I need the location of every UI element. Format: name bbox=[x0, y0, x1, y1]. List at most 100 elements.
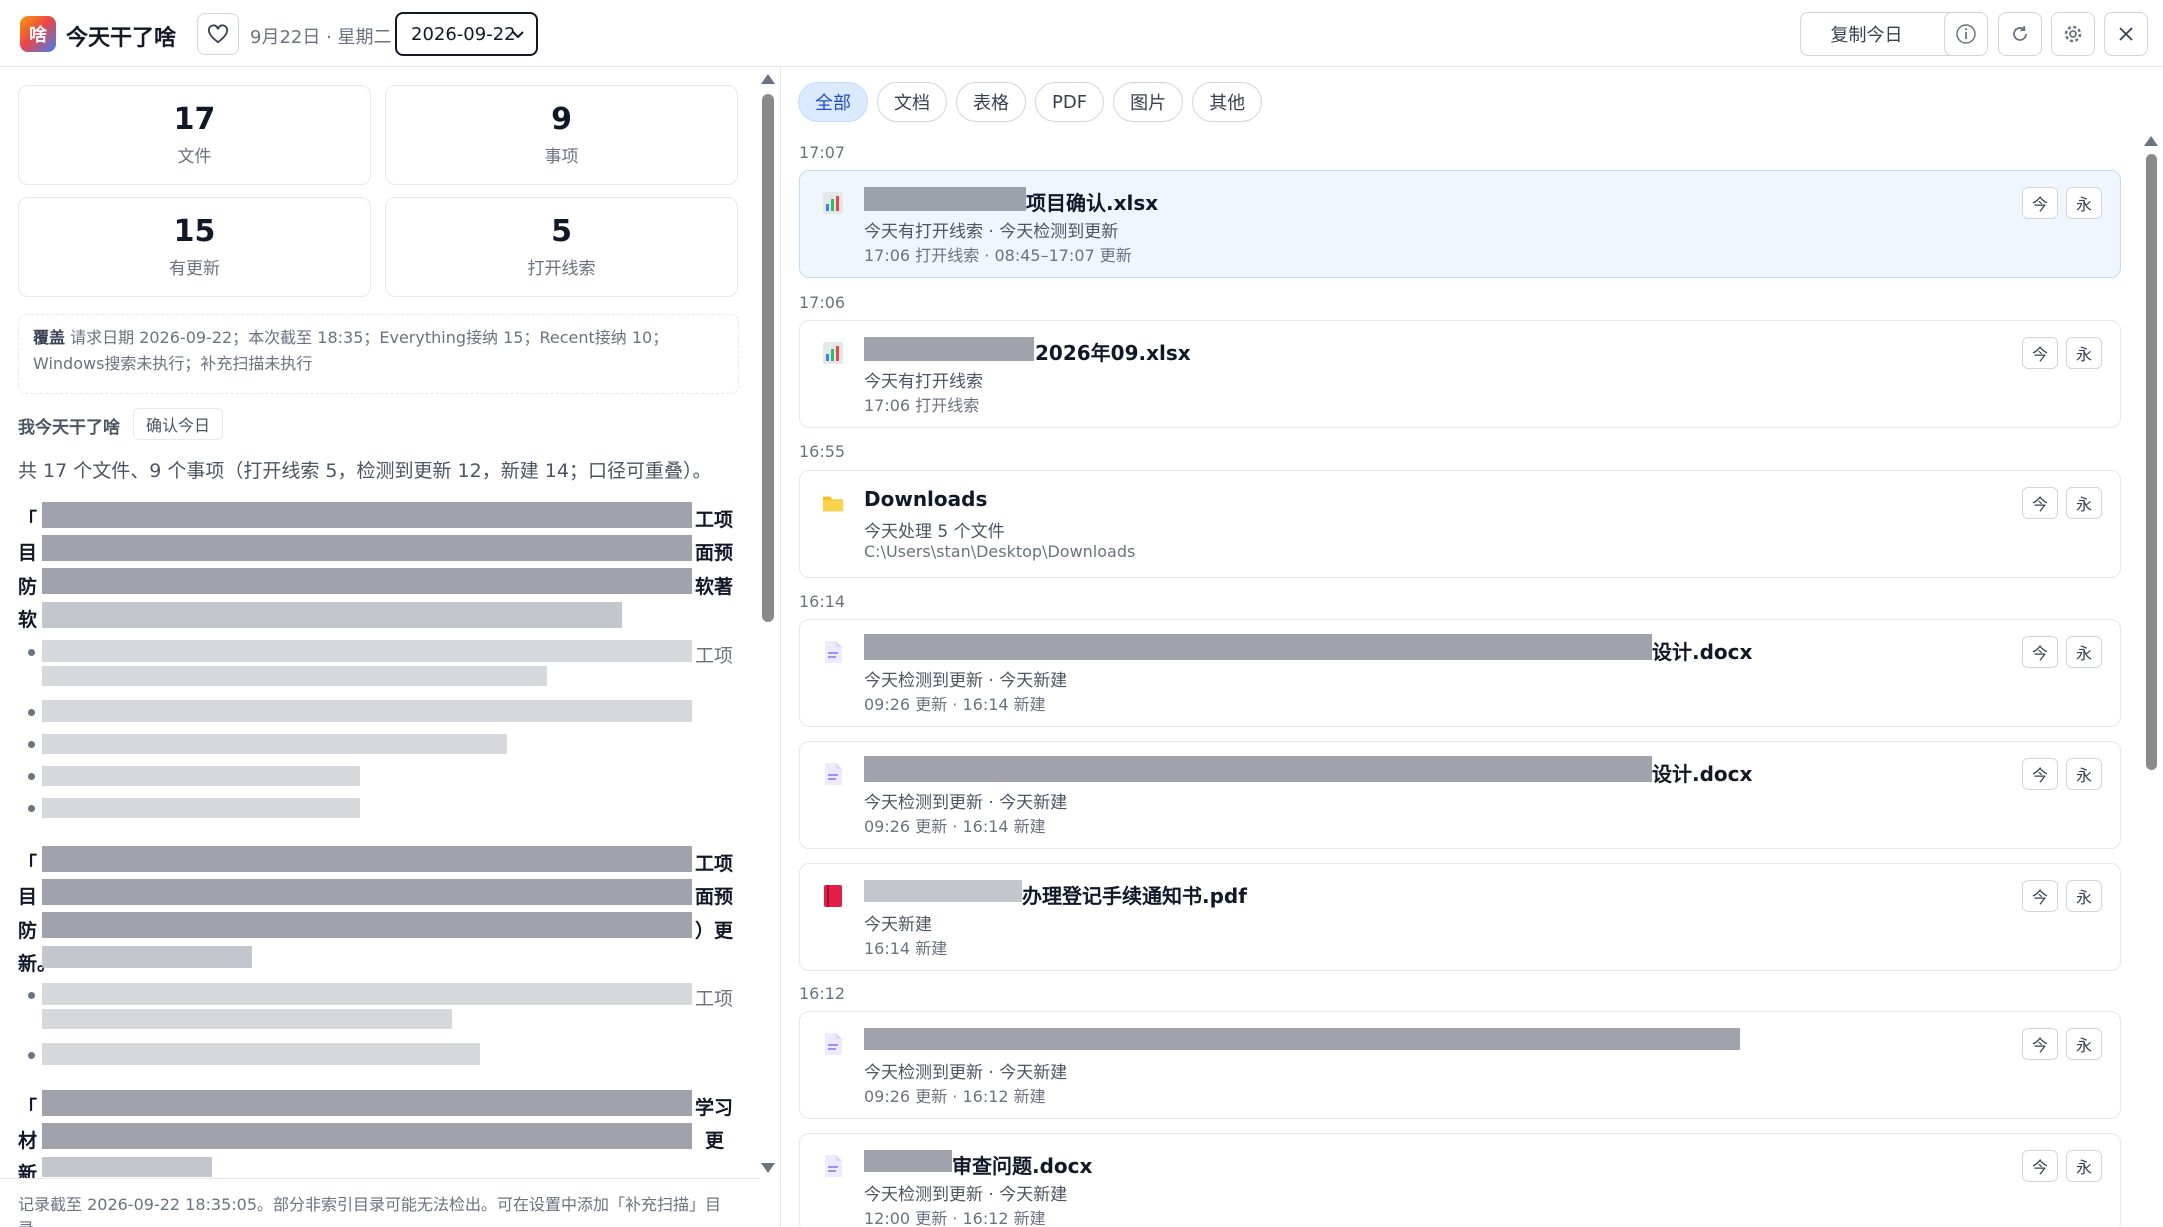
time-group-label: 16:12 bbox=[799, 984, 846, 1003]
file-card[interactable]: 2026年09.xlsx 今天有打开线索 17:06 打开线索 今 永 bbox=[799, 320, 2121, 428]
mark-permanent-button[interactable]: 永 bbox=[2066, 758, 2102, 790]
close-button[interactable] bbox=[2104, 12, 2148, 56]
coverage-box: 覆盖 请求日期 2026-09-22；本次截至 18:35；Everything… bbox=[18, 314, 739, 394]
filter-documents[interactable]: 文档 bbox=[877, 82, 947, 122]
mark-today-button[interactable]: 今 bbox=[2022, 1150, 2058, 1182]
redacted-text bbox=[42, 1123, 692, 1149]
redacted-text bbox=[42, 983, 692, 1005]
coverage-text: 请求日期 2026-09-22；本次截至 18:35；Everything接纳 … bbox=[33, 328, 669, 373]
gear-icon bbox=[2064, 25, 2082, 43]
file-times: 09:26 更新 · 16:14 新建 bbox=[864, 695, 1046, 714]
panel-divider bbox=[780, 67, 781, 1227]
file-status: 今天检测到更新 · 今天新建 bbox=[864, 671, 1068, 691]
right-scrollbar[interactable] bbox=[2141, 130, 2161, 1225]
document-icon bbox=[825, 1033, 842, 1055]
stat-items: 9 事项 bbox=[385, 85, 738, 185]
info-icon bbox=[1956, 24, 1976, 44]
mark-today-button[interactable]: 今 bbox=[2022, 187, 2058, 219]
time-group-label: 17:06 bbox=[799, 293, 846, 312]
file-card[interactable]: 项目确认.xlsx 今天有打开线索 · 今天检测到更新 17:06 打开线索 ·… bbox=[799, 170, 2121, 278]
file-card[interactable]: 审查问题.docx 今天检测到更新 · 今天新建 12:00 更新 · 16:1… bbox=[799, 1133, 2121, 1227]
text-fragment: 材 bbox=[18, 1130, 38, 1152]
bullet bbox=[28, 649, 35, 656]
stat-label: 事项 bbox=[544, 147, 579, 167]
pdf-icon bbox=[824, 885, 842, 907]
stat-value: 5 bbox=[551, 214, 572, 249]
mark-permanent-button[interactable]: 永 bbox=[2066, 1028, 2102, 1060]
file-card[interactable]: 今天检测到更新 · 今天新建 09:26 更新 · 16:12 新建 今 永 bbox=[799, 1011, 2121, 1119]
filter-images[interactable]: 图片 bbox=[1113, 82, 1184, 122]
mark-today-button[interactable]: 今 bbox=[2022, 636, 2058, 668]
redacted-text bbox=[42, 535, 692, 561]
favorite-button[interactable] bbox=[197, 13, 239, 55]
refresh-button[interactable] bbox=[1998, 12, 2042, 56]
folder-name: Downloads bbox=[864, 487, 988, 511]
mark-permanent-button[interactable]: 永 bbox=[2066, 187, 2102, 219]
document-icon bbox=[825, 641, 842, 663]
refresh-icon bbox=[2013, 25, 2027, 41]
time-group-label: 17:07 bbox=[799, 143, 846, 162]
app-title: 今天干了啥 bbox=[66, 26, 177, 51]
scroll-down-icon[interactable] bbox=[761, 1163, 775, 1173]
file-card[interactable]: 设计.docx 今天检测到更新 · 今天新建 09:26 更新 · 16:14 … bbox=[799, 619, 2121, 727]
file-status: 今天有打开线索 · 今天检测到更新 bbox=[864, 222, 1119, 242]
file-name: 审查问题.docx bbox=[952, 1154, 1093, 1178]
text-fragment: 防 bbox=[18, 576, 38, 598]
mark-today-button[interactable]: 今 bbox=[2022, 758, 2058, 790]
scrollbar-thumb[interactable] bbox=[762, 94, 774, 622]
redacted-text bbox=[864, 634, 1652, 660]
mark-permanent-button[interactable]: 永 bbox=[2066, 880, 2102, 912]
mark-permanent-button[interactable]: 永 bbox=[2066, 636, 2102, 668]
folder-card[interactable]: Downloads 今天处理 5 个文件 C:\Users\stan\Deskt… bbox=[799, 470, 2121, 578]
bullet bbox=[28, 805, 35, 812]
mark-permanent-button[interactable]: 永 bbox=[2066, 1150, 2102, 1182]
scroll-up-icon[interactable] bbox=[2144, 136, 2158, 146]
date-select[interactable]: 2026-09-22 bbox=[395, 12, 538, 56]
mark-permanent-button[interactable]: 永 bbox=[2066, 337, 2102, 369]
mark-today-button[interactable]: 今 bbox=[2022, 1028, 2058, 1060]
mark-today-button[interactable]: 今 bbox=[2022, 880, 2058, 912]
left-scrollbar[interactable] bbox=[757, 70, 779, 1175]
app-logo-icon: 啥 bbox=[20, 16, 56, 52]
redacted-text bbox=[42, 568, 692, 594]
text-fragment: 软著 bbox=[695, 576, 734, 598]
text-fragment: 软 bbox=[18, 609, 38, 631]
stat-value: 17 bbox=[173, 102, 216, 137]
text-fragment: 工项 bbox=[695, 645, 734, 667]
bullet bbox=[28, 709, 35, 716]
file-card[interactable]: 设计.docx 今天检测到更新 · 今天新建 09:26 更新 · 16:14 … bbox=[799, 741, 2121, 849]
redacted-text bbox=[42, 798, 360, 818]
scroll-up-icon[interactable] bbox=[761, 74, 775, 84]
filter-all[interactable]: 全部 bbox=[798, 82, 868, 122]
confirm-today-button[interactable]: 确认今日 bbox=[133, 408, 224, 440]
file-name: 项目确认.xlsx bbox=[1026, 191, 1159, 215]
mark-today-button[interactable]: 今 bbox=[2022, 337, 2058, 369]
bullet bbox=[28, 741, 35, 748]
time-group-label: 16:14 bbox=[799, 592, 846, 611]
copy-today-button[interactable]: 复制今日 bbox=[1800, 12, 1933, 56]
file-times: 12:00 更新 · 16:12 新建 bbox=[864, 1209, 1046, 1227]
redacted-text bbox=[864, 337, 1034, 361]
stat-value: 9 bbox=[551, 102, 572, 137]
coverage-title: 覆盖 bbox=[33, 328, 66, 347]
redacted-text bbox=[42, 734, 507, 754]
file-name: 办理登记手续通知书.pdf bbox=[1022, 884, 1247, 908]
stat-open-clues: 5 打开线索 bbox=[385, 197, 738, 297]
scrollbar-thumb[interactable] bbox=[2146, 154, 2157, 770]
settings-button[interactable] bbox=[2051, 12, 2095, 56]
filter-pdf[interactable]: PDF bbox=[1035, 82, 1105, 122]
info-button[interactable] bbox=[1944, 12, 1988, 56]
folder-path: C:\Users\stan\Desktop\Downloads bbox=[864, 542, 1136, 561]
filter-spreadsheets[interactable]: 表格 bbox=[956, 82, 1026, 122]
file-times: 09:26 更新 · 16:14 新建 bbox=[864, 817, 1046, 836]
filter-other[interactable]: 其他 bbox=[1192, 82, 1263, 122]
file-times: 17:06 打开线索 bbox=[864, 396, 980, 415]
redacted-text bbox=[42, 1157, 212, 1177]
file-status: 今天检测到更新 · 今天新建 bbox=[864, 793, 1068, 813]
file-card[interactable]: 办理登记手续通知书.pdf 今天新建 16:14 新建 今 永 bbox=[799, 863, 2121, 971]
text-fragment: 目 bbox=[18, 886, 38, 908]
mark-today-button[interactable]: 今 bbox=[2022, 487, 2058, 519]
mark-permanent-button[interactable]: 永 bbox=[2066, 487, 2102, 519]
file-name: 设计.docx bbox=[1652, 762, 1753, 786]
file-name: 2026年09.xlsx bbox=[1035, 341, 1191, 365]
